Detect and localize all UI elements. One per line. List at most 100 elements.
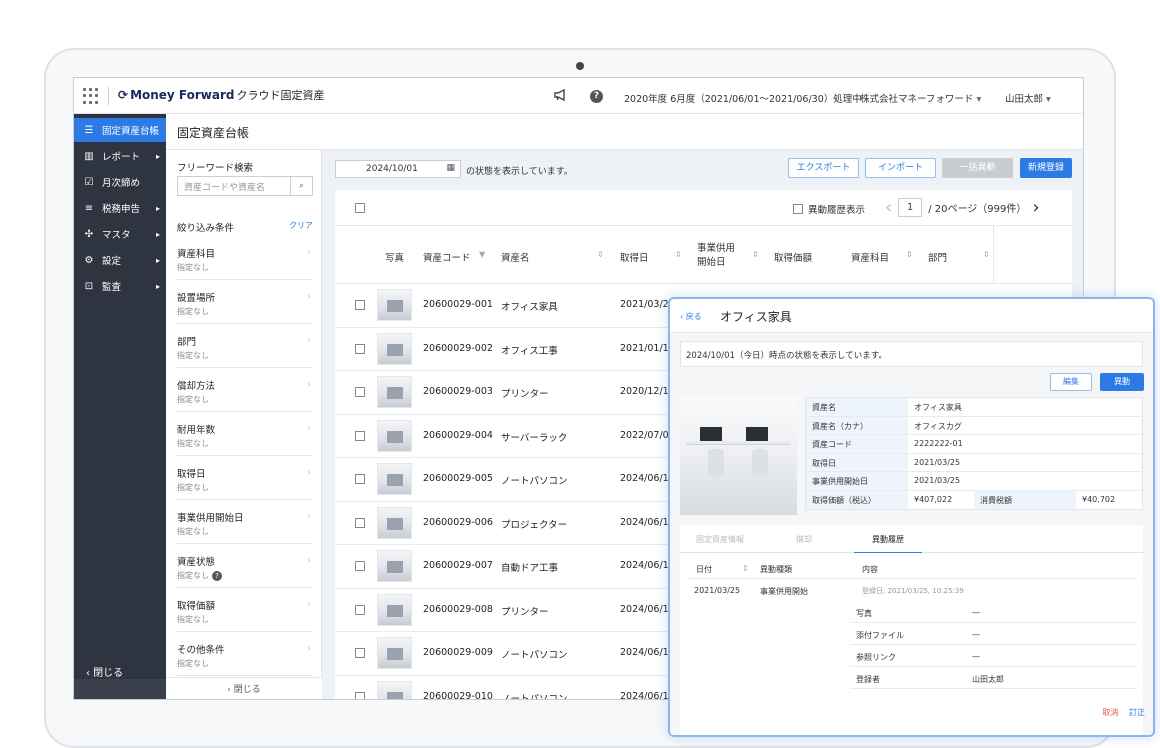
row-checkbox[interactable]	[355, 300, 365, 310]
filter-location[interactable]: 設置場所 指定なし ›	[177, 280, 313, 324]
filter-label: 資産科目	[177, 249, 216, 260]
field-row: 資産名 オフィス家具	[806, 398, 1142, 417]
asset-photo	[377, 680, 412, 699]
page-title: 固定資産台帳	[177, 126, 250, 140]
chevron-right-icon: ▸	[155, 151, 160, 161]
col-dept[interactable]: 部門	[928, 250, 947, 264]
import-button[interactable]: インポート	[865, 158, 936, 178]
col-code[interactable]: 資産コード	[423, 250, 471, 264]
sidebar-item-master[interactable]: ✣ マスタ ▸	[74, 222, 166, 246]
history-toggle[interactable]: 異動履歴表示	[793, 202, 865, 216]
filter-account[interactable]: 資産科目 指定なし ›	[177, 236, 313, 280]
sidebar-item-audit[interactable]: ⊡ 監査 ▸	[74, 274, 166, 298]
row-checkbox[interactable]	[355, 343, 365, 354]
filter-value: 指定なし	[177, 395, 209, 404]
sort-icon[interactable]: ⇕	[752, 250, 759, 259]
logo[interactable]: ⟳ Money Forward クラウド固定資産	[118, 87, 325, 103]
row-checkbox[interactable]	[355, 561, 365, 571]
filter-start-use-date[interactable]: 事業供用開始日 指定なし ›	[177, 500, 313, 544]
filter-price[interactable]: 取得価額 指定なし ›	[177, 588, 313, 632]
tab-depreciation[interactable]: 償却	[796, 534, 812, 545]
row-checkbox[interactable]	[355, 604, 365, 615]
calendar-icon[interactable]: ▦	[446, 163, 455, 173]
sort-icon[interactable]: ⇕	[597, 250, 604, 259]
page-number-input[interactable]: 1	[898, 198, 923, 217]
prev-page-icon[interactable]: ‹	[885, 198, 892, 216]
history-checkbox[interactable]	[793, 204, 803, 214]
sort-icon[interactable]: ⇕	[675, 250, 682, 259]
col-name[interactable]: 資産名	[501, 250, 530, 264]
transfer-button[interactable]: 異動	[1100, 373, 1144, 391]
correct-button[interactable]: 訂正	[1129, 708, 1145, 717]
chair-shape	[752, 449, 768, 477]
row-checkbox[interactable]	[355, 517, 365, 528]
sidebar-close-button[interactable]: ‹ 閉じる	[74, 664, 166, 679]
row-checkbox[interactable]	[355, 387, 365, 397]
filter-label: 部門	[177, 337, 197, 348]
chevron-right-icon: ›	[307, 512, 311, 522]
cancel-button[interactable]: 取消	[1102, 708, 1118, 717]
search-icon[interactable]: ⌕	[290, 177, 312, 195]
sort-icon[interactable]: ⇕	[983, 250, 990, 259]
tab-transfer-history[interactable]: 異動履歴	[854, 534, 922, 554]
new-register-button[interactable]: 新規登録	[1020, 158, 1072, 178]
hist-line-key: 添付ファイル	[856, 631, 904, 640]
sidebar-item-report[interactable]: ▥ レポート ▸	[74, 144, 166, 168]
filter-depreciation-method[interactable]: 償却方法 指定なし ›	[177, 368, 313, 412]
filter-department[interactable]: 部門 指定なし ›	[177, 324, 313, 368]
row-checkbox[interactable]	[355, 430, 365, 441]
back-button[interactable]: ‹ 戻る	[680, 311, 702, 322]
condition-list: 資産科目 指定なし › 設置場所 指定なし › 部門 指定なし › 償却方法 指定なし › 耐用…	[177, 236, 313, 676]
filter-label: 取得価額	[177, 601, 216, 612]
tab-asset-info[interactable]: 固定資産情報	[696, 534, 744, 545]
filter-useful-life[interactable]: 耐用年数 指定なし ›	[177, 412, 313, 456]
col-price[interactable]: 取得価額	[774, 250, 812, 264]
sort-icon[interactable]: ⇕	[906, 250, 913, 259]
row-checkbox[interactable]	[355, 648, 365, 658]
select-all-checkbox[interactable]	[355, 203, 365, 213]
filter-other[interactable]: その他条件 指定なし ›	[177, 632, 313, 676]
row-checkbox[interactable]	[355, 474, 365, 484]
field-value: ¥407,022	[914, 494, 953, 504]
col-acquired[interactable]: 取得日	[620, 250, 649, 264]
col-category[interactable]: 資産科目	[851, 250, 889, 264]
sidebar-item-asset-ledger[interactable]: ☰ 固定資産台帳	[74, 118, 166, 142]
clear-button[interactable]: クリア	[289, 220, 313, 231]
filter-label: 資産状態	[177, 557, 216, 568]
megaphone-icon[interactable]	[554, 88, 568, 104]
search-input[interactable]: 資産コードや資産名 ⌕	[177, 176, 313, 196]
freeword-label: フリーワード検索	[177, 163, 254, 174]
filter-value: 指定なし	[177, 615, 209, 624]
user-menu[interactable]: 山田太郎 ▾	[1005, 91, 1051, 105]
sidebar-item-monthly-close[interactable]: ☑ 月次締め	[74, 170, 166, 194]
app-grid-icon[interactable]	[83, 88, 99, 104]
col-start-use-line2[interactable]: 開始日	[697, 254, 726, 268]
filter-label: 設置場所	[177, 293, 216, 304]
help-icon[interactable]: ?	[590, 90, 603, 103]
filter-asset-status[interactable]: 資産状態 指定なし? ›	[177, 544, 313, 588]
sidebar-item-settings[interactable]: ⚙ 設定 ▸	[74, 248, 166, 272]
audit-icon: ⊡	[84, 280, 94, 292]
next-page-icon[interactable]: ›	[1032, 198, 1039, 216]
filter-label: 事業供用開始日	[177, 513, 244, 524]
filter-label: 償却方法	[177, 381, 216, 392]
filter-close-button[interactable]: ‹ 閉じる	[166, 677, 322, 699]
chevron-right-icon: ›	[307, 644, 311, 654]
date-status-text: の状態を表示しています。	[466, 167, 573, 177]
sidebar-item-tax-filing[interactable]: ≡ 税務申告 ▸	[74, 196, 166, 220]
sort-icon[interactable]: ⇕	[742, 564, 749, 573]
filter-acquired-date[interactable]: 取得日 指定なし ›	[177, 456, 313, 500]
help-icon[interactable]: ?	[212, 571, 222, 581]
date-input[interactable]: 2024/10/01 ▦	[335, 160, 461, 178]
history-line: 登録者 山田太郎	[850, 667, 1137, 689]
edit-button[interactable]: 編集	[1050, 373, 1092, 391]
filter-value: 指定なし	[177, 439, 209, 448]
sort-desc-icon[interactable]: ▼	[479, 250, 485, 259]
export-button[interactable]: エクスポート	[788, 158, 859, 178]
col-start-use-line1[interactable]: 事業供用	[697, 240, 735, 254]
row-checkbox[interactable]	[355, 691, 365, 699]
bulk-transfer-button[interactable]: 一括異動	[942, 158, 1013, 178]
asset-name: ノートパソコン	[501, 693, 568, 700]
company-selector[interactable]: 株式会社マネーフォワード ▾	[860, 91, 981, 105]
logo-product: クラウド固定資産	[236, 89, 325, 102]
